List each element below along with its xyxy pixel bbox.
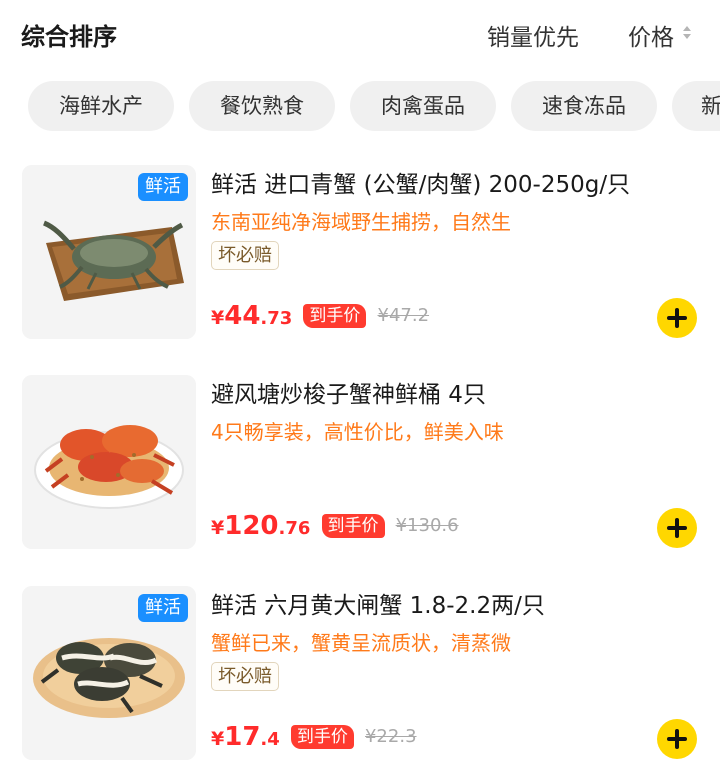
original-price: ¥22.3	[364, 726, 417, 747]
sort-arrows-icon[interactable]	[682, 26, 692, 42]
add-to-cart-button[interactable]	[657, 508, 697, 548]
product-image[interactable]: 鲜活	[22, 586, 196, 760]
final-price-label: 到手价	[321, 514, 385, 538]
sort-by-price[interactable]: 价格	[628, 18, 674, 52]
price-row: ¥44.73 到手价 ¥47.2	[211, 301, 429, 335]
fresh-badge: 鲜活	[138, 594, 188, 622]
price-integer: 120	[224, 511, 279, 541]
product-title[interactable]: 避风塘炒梭子蟹神鲜桶 4只	[211, 375, 486, 409]
original-price: ¥47.2	[377, 305, 430, 326]
price-integer: 17	[224, 722, 261, 752]
category-chip-seafood[interactable]: 海鲜水产	[28, 81, 174, 131]
product-card[interactable]: 避风塘炒梭子蟹神鲜桶 4只 4只畅享装，高性价比，鲜美入味 ¥120.76 到手…	[0, 375, 720, 555]
sort-by-sales[interactable]: 销量优先	[487, 18, 579, 52]
product-title[interactable]: 鲜活 六月黄大闸蟹 1.8-2.2两/只	[211, 586, 545, 620]
price-decimal: .73	[260, 308, 293, 329]
fresh-badge: 鲜活	[138, 173, 188, 201]
category-chip-meat-eggs[interactable]: 肉禽蛋品	[350, 81, 496, 131]
category-chips: 海鲜水产 餐饮熟食 肉禽蛋品 速食冻品 新	[0, 81, 720, 133]
price-decimal: .76	[278, 518, 311, 539]
guarantee-tag: 坏必赔	[211, 241, 279, 270]
currency-symbol: ¥	[211, 307, 225, 329]
product-image[interactable]: 鲜活	[22, 165, 196, 339]
add-to-cart-button[interactable]	[657, 298, 697, 338]
category-chip-frozen[interactable]: 速食冻品	[511, 81, 657, 131]
sort-bar: 综合排序 销量优先 价格	[0, 0, 720, 68]
sort-comprehensive[interactable]: 综合排序	[21, 17, 117, 52]
price-integer: 44	[224, 301, 261, 331]
final-price-label: 到手价	[290, 725, 354, 749]
price-row: ¥17.4 到手价 ¥22.3	[211, 722, 417, 756]
price-row: ¥120.76 到手价 ¥130.6	[211, 511, 459, 545]
original-price: ¥130.6	[395, 515, 459, 536]
guarantee-tag: 坏必赔	[211, 662, 279, 691]
product-subtitle: 东南亚纯净海域野生捕捞，自然生	[211, 210, 511, 234]
currency-symbol: ¥	[211, 728, 225, 750]
product-image[interactable]	[22, 375, 196, 549]
product-card[interactable]: 鲜活 鲜活 进口青蟹 (公蟹/肉蟹) 200-250g/只 东南亚纯净海域野生捕…	[0, 165, 720, 345]
product-title[interactable]: 鲜活 进口青蟹 (公蟹/肉蟹) 200-250g/只	[211, 165, 630, 199]
product-card[interactable]: 鲜活 鲜活 六月黄大闸蟹 1.8-2.2两/只 蟹鲜已来，蟹黄呈流质状，清蒸微 …	[0, 586, 720, 766]
final-price-label: 到手价	[303, 304, 367, 328]
category-chip-cooked-food[interactable]: 餐饮熟食	[189, 81, 335, 131]
product-subtitle: 蟹鲜已来，蟹黄呈流质状，清蒸微	[211, 631, 511, 655]
product-subtitle: 4只畅享装，高性价比，鲜美入味	[211, 420, 504, 444]
price-decimal: .4	[260, 729, 280, 750]
add-to-cart-button[interactable]	[657, 719, 697, 759]
category-chip-more[interactable]: 新	[672, 81, 720, 131]
currency-symbol: ¥	[211, 517, 225, 539]
